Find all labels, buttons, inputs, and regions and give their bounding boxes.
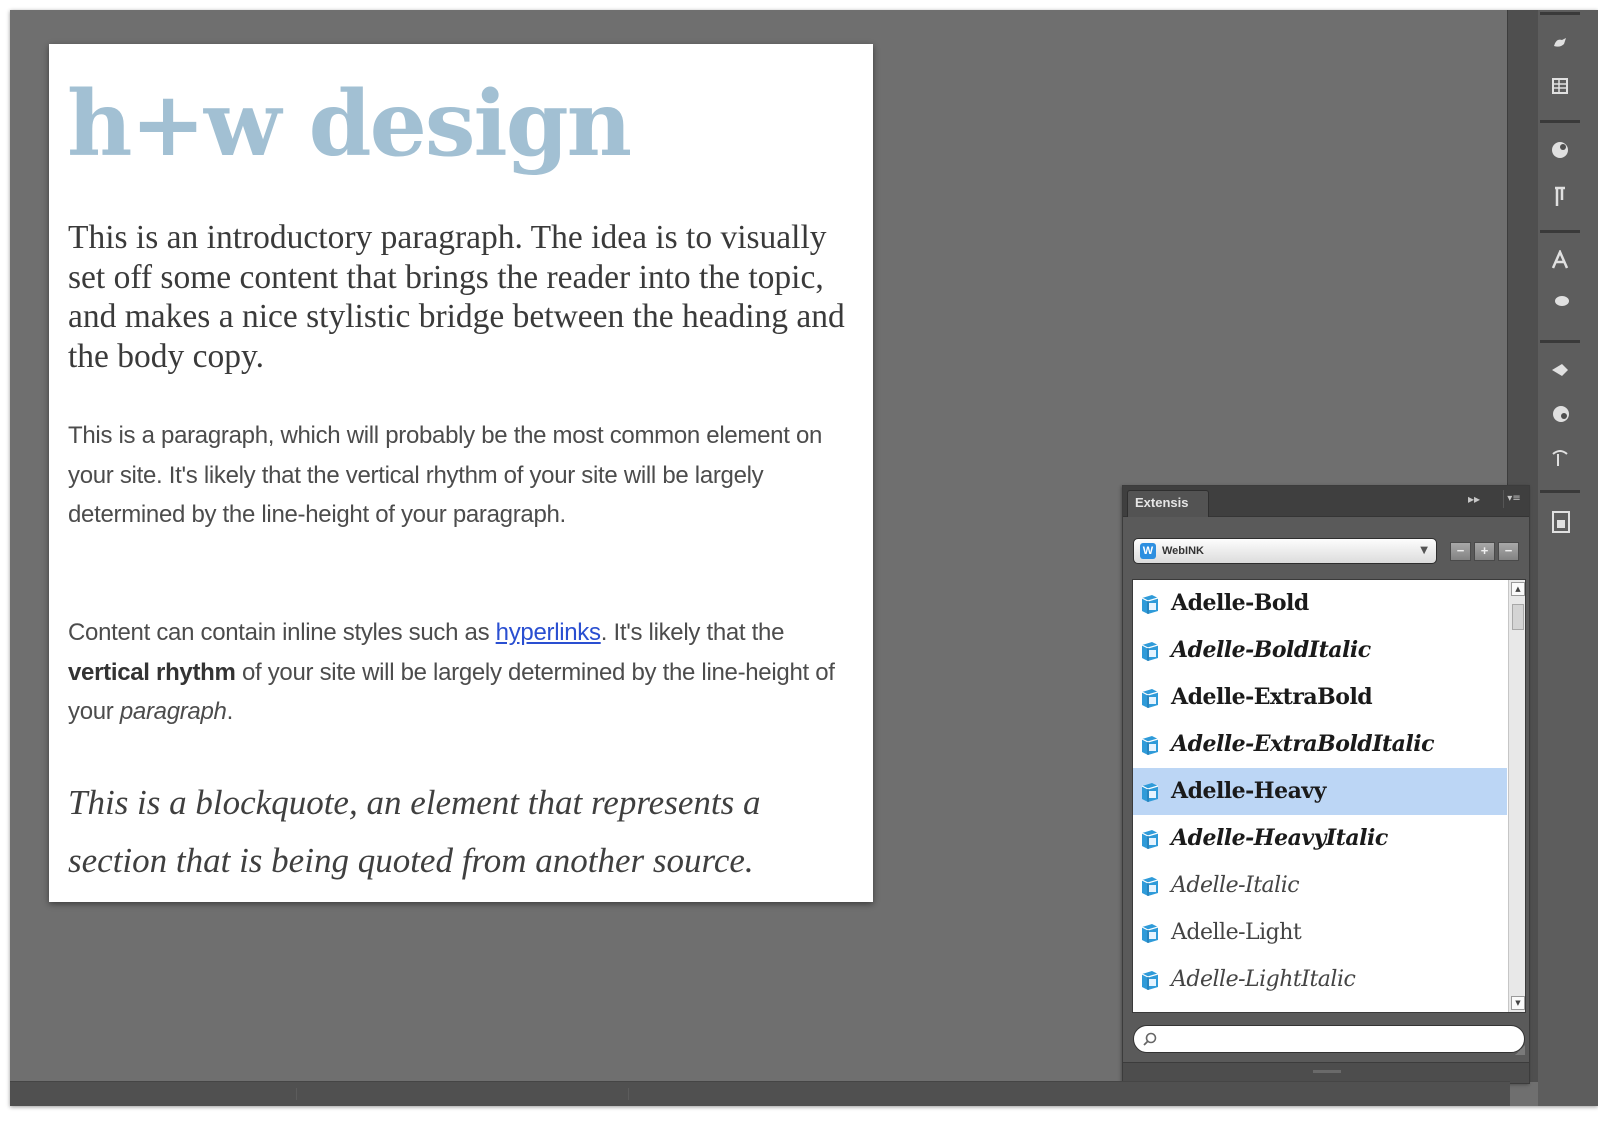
font-list-item[interactable]: Adelle-Light	[1133, 909, 1507, 956]
font-name: Adelle-HeavyItalic	[1171, 825, 1388, 851]
font-list-item[interactable]: Adelle-LightItalic	[1133, 956, 1507, 1003]
page-heading: h+w design	[67, 71, 632, 177]
font-name: Adelle-BoldItalic	[1171, 637, 1371, 663]
font-name: Adelle-Bold	[1171, 590, 1309, 616]
status-divider	[296, 1088, 297, 1100]
intro-paragraph: This is an introductory paragraph. The i…	[68, 219, 845, 375]
font-list-item[interactable]: Adelle-Bold	[1133, 580, 1507, 627]
type-icon[interactable]	[1550, 250, 1570, 270]
font-list: Adelle-Bold Adelle-BoldItalic Adelle-Extra…	[1132, 579, 1526, 1013]
tool-panel-dock	[1538, 10, 1598, 1106]
tool-divider	[1540, 120, 1580, 123]
add-set-button[interactable]: +	[1474, 542, 1495, 561]
font-file-icon	[1139, 734, 1161, 756]
italic-text: paragraph	[119, 698, 227, 725]
font-set-select[interactable]: W WebINK ▼	[1133, 538, 1437, 564]
font-file-icon	[1139, 781, 1161, 803]
font-list-item[interactable]: Adelle-BoldItalic	[1133, 627, 1507, 674]
tool-divider	[1540, 230, 1580, 233]
font-file-icon	[1139, 875, 1161, 897]
font-list-item[interactable]: Adelle-ExtraBoldItalic	[1133, 721, 1507, 768]
hyperlink[interactable]: hyperlinks	[496, 619, 601, 646]
font-name: Adelle-Heavy	[1171, 778, 1326, 804]
font-list-item[interactable]: Adelle-Heavy	[1133, 768, 1507, 815]
search-input[interactable]	[1133, 1025, 1525, 1053]
blockquote: This is a blockquote, an element that re…	[68, 783, 761, 880]
path-icon[interactable]	[1550, 448, 1570, 468]
color-icon[interactable]	[1550, 140, 1570, 160]
paragraph-text: Content can contain inline styles such a…	[68, 619, 496, 646]
scroll-up-icon[interactable]: ▲	[1511, 582, 1525, 596]
scroll-down-icon[interactable]: ▼	[1511, 996, 1525, 1010]
tool-divider	[1540, 490, 1580, 493]
tool-divider	[1540, 12, 1580, 15]
font-file-icon	[1139, 922, 1161, 944]
tool-divider	[1540, 340, 1580, 343]
status-bar	[10, 1081, 1510, 1106]
panel-header: Extensis ▸▸ ▾≡	[1123, 486, 1529, 517]
document-page: h+w design This is an introductory parag…	[49, 44, 873, 902]
scrollbar[interactable]: ▲ ▼	[1508, 580, 1525, 1012]
footer-grip[interactable]	[1313, 1070, 1341, 1073]
font-file-icon	[1139, 593, 1161, 615]
panel-icon[interactable]	[1550, 510, 1570, 533]
font-file-icon	[1139, 969, 1161, 991]
paragraph-icon[interactable]	[1550, 186, 1570, 206]
resize-grip[interactable]	[1515, 1045, 1525, 1055]
inline-styles-paragraph: Content can contain inline styles such a…	[68, 613, 848, 732]
font-file-icon	[1139, 687, 1161, 709]
font-list-item[interactable]: Adelle-ExtraBold	[1133, 674, 1507, 721]
remove-set-button[interactable]: −	[1450, 542, 1471, 561]
font-set-value: WebINK	[1162, 545, 1204, 557]
font-name: Adelle-LightItalic	[1171, 967, 1356, 992]
status-divider	[628, 1088, 629, 1100]
tab-extensis[interactable]: Extensis	[1127, 490, 1209, 517]
body-paragraph: This is a paragraph, which will probably…	[68, 422, 823, 528]
scroll-thumb[interactable]	[1512, 604, 1524, 630]
font-name: Adelle-ExtraBold	[1171, 684, 1373, 710]
font-file-icon	[1139, 828, 1161, 850]
panel-footer	[1123, 1062, 1529, 1083]
app-window: h+w design This is an introductory parag…	[10, 10, 1598, 1106]
paragraph-text: .	[226, 698, 234, 725]
table-icon[interactable]	[1550, 76, 1570, 96]
collapse-panel-icon[interactable]: ▸▸	[1468, 492, 1480, 506]
font-name: Adelle-ExtraBoldItalic	[1171, 731, 1435, 757]
swatch-icon[interactable]	[1550, 404, 1570, 424]
font-list-item[interactable]: Adelle-HeavyItalic	[1133, 815, 1507, 862]
webink-icon: W	[1140, 543, 1156, 559]
chevron-down-icon: ▼	[1420, 545, 1428, 556]
panel-menu-icon[interactable]: ▾≡	[1503, 490, 1524, 508]
paragraph-text: . It's likely that the	[600, 619, 785, 646]
layers-icon[interactable]	[1550, 360, 1570, 380]
set-options-button[interactable]: −	[1498, 542, 1519, 561]
font-name: Adelle-Italic	[1171, 873, 1300, 898]
font-list-item[interactable]: Adelle-Italic	[1133, 862, 1507, 909]
font-file-icon	[1139, 640, 1161, 662]
bold-text: vertical rhythm	[68, 658, 236, 686]
font-name: Adelle-Light	[1171, 920, 1302, 945]
hand-icon[interactable]	[1550, 32, 1570, 52]
search-icon	[1143, 1032, 1157, 1046]
extensis-panel: Extensis ▸▸ ▾≡ W WebINK ▼ − + − Adelle-B…	[1122, 485, 1530, 1084]
brush-icon[interactable]	[1550, 292, 1570, 312]
